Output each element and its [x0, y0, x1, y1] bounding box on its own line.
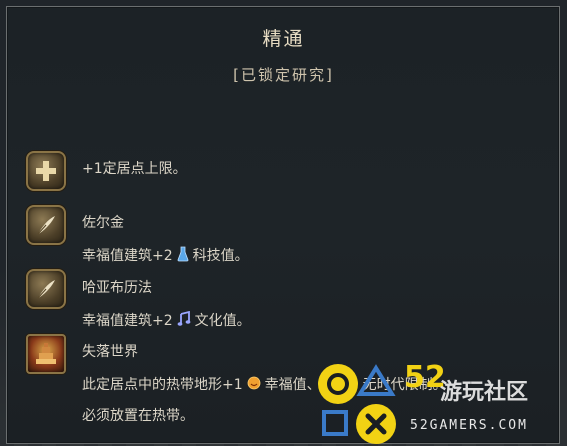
tooltip-title: 精通: [262, 28, 305, 50]
music-note-icon: [177, 310, 191, 331]
entry-3-effect: 幸福值建筑+2 文化值。: [82, 310, 251, 331]
entry-2-effect: 幸福值建筑+2 科技值。: [82, 245, 249, 266]
watermark-cn: 游玩社区: [440, 380, 529, 405]
entry-2-effect-suffix: 科技值。: [192, 248, 249, 264]
quill-icon: [26, 269, 66, 309]
entry-4-name: 失落世界: [82, 344, 138, 360]
entry-2-name: 佐尔金: [82, 215, 124, 231]
temple-icon: [26, 334, 66, 374]
plus-icon: [26, 151, 66, 191]
watermark: 52 游玩社区 52GAMERS.COM: [318, 360, 567, 446]
tooltip-subtitle: [已锁定研究]: [233, 66, 334, 84]
science-flask-icon: [177, 246, 189, 266]
happiness-icon: [247, 376, 261, 394]
watermark-site: 52GAMERS.COM: [410, 418, 528, 433]
entry-4-requirement: 必须放置在热带。: [82, 408, 194, 424]
entry-3-name: 哈亚布历法: [82, 280, 152, 296]
entry-3-effect-prefix: 幸福值建筑+2: [82, 313, 173, 329]
quill-icon: [26, 205, 66, 245]
entry-4-effect-prefix: 此定居点中的热带地形+1: [82, 377, 243, 393]
entry-1-effect: +1定居点上限。: [82, 161, 187, 177]
entry-3-effect-suffix: 文化值。: [194, 313, 251, 329]
entry-2-effect-prefix: 幸福值建筑+2: [82, 248, 173, 264]
